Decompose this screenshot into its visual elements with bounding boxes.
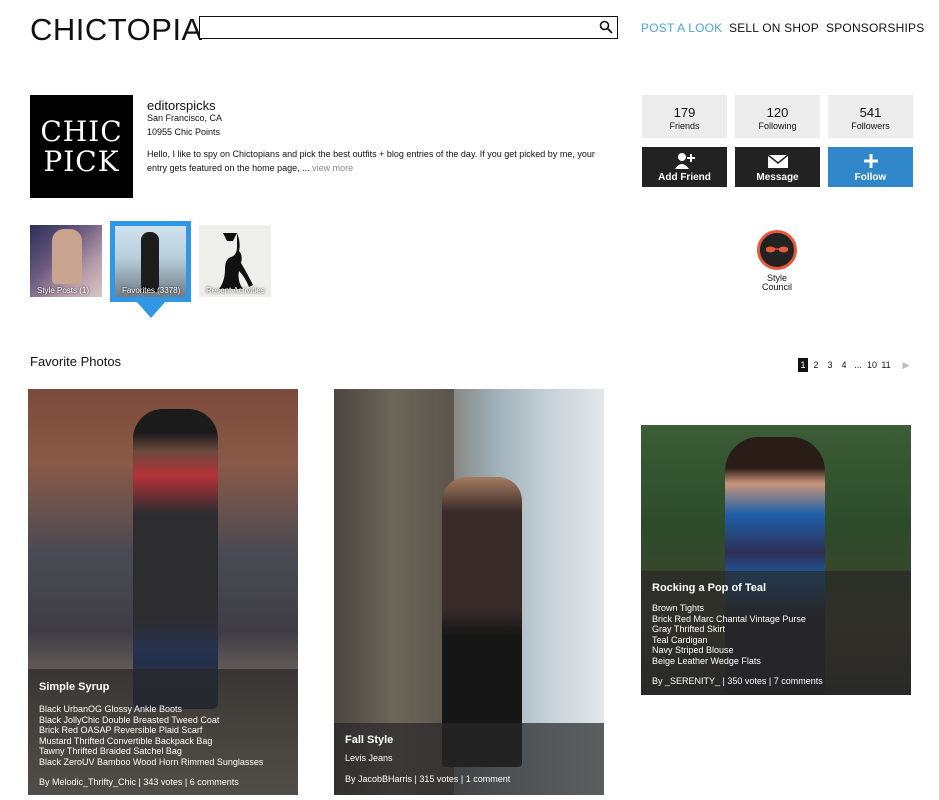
view-more-link[interactable]: view more <box>312 163 353 173</box>
pagination: 1 2 3 4 ... 10 11 ▶ <box>798 358 914 372</box>
photo-item[interactable]: Levis Jeans <box>345 753 593 764</box>
photo-item[interactable]: Gray Thrifted Skirt <box>652 624 900 635</box>
style-posts-thumbnail <box>52 229 82 284</box>
page-ellipsis: ... <box>854 360 862 370</box>
page-link[interactable]: 3 <box>824 358 836 372</box>
follow-button[interactable]: Follow <box>828 147 913 187</box>
photo-title[interactable]: Fall Style <box>345 734 593 746</box>
photo-overlay: Rocking a Pop of Teal Brown Tights Brick… <box>641 571 911 695</box>
section-title: Favorite Photos <box>30 354 122 369</box>
avatar-text-line2: PICK <box>43 145 120 178</box>
nav-sell-on-shop[interactable]: SELL ON SHOP <box>729 21 819 35</box>
style-council-label[interactable]: Style Council <box>747 274 807 292</box>
photo-item[interactable]: Navy Striped Blouse <box>652 645 900 656</box>
photo-item[interactable]: Brick Red Marc Chantal Vintage Purse <box>652 614 900 625</box>
style-council-label-line2: Council <box>761 282 792 292</box>
profile-bio: Hello, I like to spy on Chictopians and … <box>147 147 617 175</box>
message-button[interactable]: Message <box>735 147 820 187</box>
stat-following-count: 120 <box>766 105 789 120</box>
page-link[interactable]: 11 <box>880 358 892 372</box>
search-icon[interactable] <box>599 20 613 34</box>
profile-location: San Francisco, CA <box>147 113 223 123</box>
message-label: Message <box>756 172 799 183</box>
profile-bio-text: Hello, I like to spy on Chictopians and … <box>147 149 595 173</box>
search-input[interactable] <box>200 17 590 38</box>
photo-item[interactable]: Brown Tights <box>652 603 900 614</box>
selected-tab-pointer <box>136 301 166 318</box>
profile-points: 10955 Chic Points <box>147 127 221 137</box>
stat-followers-label: Followers <box>851 121 890 131</box>
tab-recent-activities-label: Recent Activities <box>206 286 265 295</box>
photo-item[interactable]: Black JollyChic Double Breasted Tweed Co… <box>39 715 287 726</box>
photo-byline[interactable]: By Melodic_Thrifty_Chic | 343 votes | 6 … <box>39 777 287 787</box>
photo-overlay: Fall Style Levis Jeans By JacobBHarris |… <box>334 723 604 795</box>
search-bar[interactable] <box>199 16 618 39</box>
next-page-arrow-icon[interactable]: ▶ <box>900 358 912 372</box>
stat-following-label: Following <box>758 121 797 131</box>
add-friend-label: Add Friend <box>658 172 711 183</box>
sunglasses-icon[interactable] <box>757 230 797 270</box>
nav-post-a-look[interactable]: POST A LOOK <box>641 21 722 35</box>
page-link-current[interactable]: 1 <box>798 358 808 372</box>
stat-friends-label: Friends <box>669 121 700 131</box>
photo-item[interactable]: Brick Red OASAP Reversible Plaid Scarf <box>39 725 287 736</box>
nav-sponsorships[interactable]: SPONSORSHIPS <box>826 21 924 35</box>
avatar: CHIC PICK <box>30 95 133 198</box>
favorites-thumbnail <box>141 232 159 292</box>
style-council-glyph <box>766 246 788 253</box>
envelope-icon <box>767 154 789 168</box>
photo-item[interactable]: Mustard Thrifted Convertible Backpack Ba… <box>39 736 287 747</box>
tab-style-posts-label: Style Posts (1) <box>37 286 90 295</box>
add-person-icon <box>675 153 695 169</box>
photo-items: Black UrbanOG Glossy Ankle Boots Black J… <box>39 704 287 767</box>
photo-item[interactable]: Teal Cardigan <box>652 635 900 646</box>
stat-followers[interactable]: 541 Followers <box>828 95 913 138</box>
photo-figure <box>133 409 218 709</box>
page-link[interactable]: 2 <box>810 358 822 372</box>
page-link[interactable]: 4 <box>838 358 850 372</box>
photo-items: Levis Jeans <box>345 753 593 764</box>
photo-card[interactable]: Simple Syrup Black UrbanOG Glossy Ankle … <box>28 389 298 795</box>
add-friend-button[interactable]: Add Friend <box>642 147 727 187</box>
photo-item[interactable]: Black UrbanOG Glossy Ankle Boots <box>39 704 287 715</box>
photo-title[interactable]: Rocking a Pop of Teal <box>652 582 900 594</box>
tab-favorites-label: Favorites (3378) <box>122 286 181 295</box>
photo-card[interactable]: Rocking a Pop of Teal Brown Tights Brick… <box>641 425 911 695</box>
page-link[interactable]: 10 <box>866 358 878 372</box>
photo-item[interactable]: Beige Leather Wedge Flats <box>652 656 900 667</box>
stat-followers-count: 541 <box>859 105 882 120</box>
avatar-text-line1: CHIC <box>40 115 123 148</box>
photo-card[interactable]: Fall Style Levis Jeans By JacobBHarris |… <box>334 389 604 795</box>
photo-byline[interactable]: By _SERENITY_ | 350 votes | 7 comments <box>652 676 900 686</box>
photo-item[interactable]: Black ZeroUV Bamboo Wood Horn Rimmed Sun… <box>39 757 287 768</box>
photo-byline[interactable]: By JacobBHarris | 315 votes | 1 comment <box>345 774 593 784</box>
tab-style-posts[interactable]: Style Posts (1) <box>30 225 102 297</box>
photo-overlay: Simple Syrup Black UrbanOG Glossy Ankle … <box>28 669 298 795</box>
stat-friends-count: 179 <box>673 105 696 120</box>
site-logo[interactable]: CHICTOPIA <box>30 12 203 48</box>
photo-title[interactable]: Simple Syrup <box>39 681 287 693</box>
tab-recent-activities[interactable]: Recent Activities <box>199 225 271 297</box>
photo-item[interactable]: Tawny Thrifted Braided Satchel Bag <box>39 746 287 757</box>
follow-label: Follow <box>854 172 887 183</box>
stat-friends[interactable]: 179 Friends <box>642 95 727 138</box>
profile-username: editorspicks <box>147 98 216 113</box>
plus-icon <box>864 154 878 168</box>
photo-items: Brown Tights Brick Red Marc Chantal Vint… <box>652 603 900 666</box>
stat-following[interactable]: 120 Following <box>735 95 820 138</box>
tab-favorites[interactable]: Favorites (3378) <box>110 221 191 302</box>
